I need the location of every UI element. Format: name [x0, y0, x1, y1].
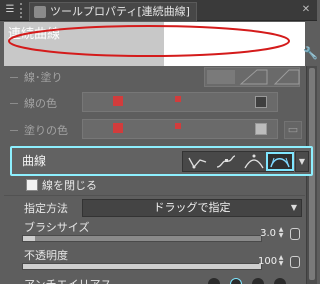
- drag-handle-icon[interactable]: [20, 3, 26, 18]
- row-line-color: 線の色: [4, 91, 305, 115]
- antialias-strong-icon[interactable]: [274, 278, 286, 284]
- row-fill-color: 塗りの色 ▭: [4, 118, 305, 142]
- stroke-only-icon: [273, 69, 300, 85]
- row-spec-method: 指定方法 ドラッグで指定 ▼: [4, 198, 305, 218]
- fill-color-lock-button[interactable]: ▭: [284, 121, 302, 139]
- chevron-down-icon: ▼: [290, 203, 297, 212]
- row-curve: 曲線 ▼: [10, 146, 313, 176]
- row-opacity: 不透明度 100 ▲ ▼: [4, 248, 305, 276]
- antialias-medium-icon[interactable]: [252, 278, 264, 284]
- line-color-selector[interactable]: [82, 92, 278, 112]
- curve-type-buttons: [182, 151, 294, 172]
- brush-size-fill: [23, 236, 35, 241]
- user-color-swatch: [255, 123, 267, 135]
- opacity-slider[interactable]: [22, 263, 262, 270]
- opacity-label: 不透明度: [24, 249, 68, 262]
- brush-size-pressure-icon[interactable]: [290, 228, 300, 240]
- main-color-swatch: [113, 96, 123, 106]
- antialias-none-icon[interactable]: [208, 278, 220, 284]
- stroke-preview: 連続曲線: [4, 22, 305, 66]
- line-color-label: 線の色: [24, 97, 57, 110]
- curve-dropdown-button[interactable]: ▼: [295, 151, 309, 172]
- quadratic-bezier-icon[interactable]: [240, 152, 268, 171]
- preview-stroke-svg: [8, 25, 290, 57]
- brush-size-value[interactable]: 3.0: [258, 228, 276, 239]
- panel-menu-icon[interactable]: ☰: [3, 3, 17, 17]
- sub-color-swatch: [175, 123, 181, 129]
- brush-size-spin[interactable]: ▲ ▼: [277, 227, 285, 239]
- row-close-line: 線を閉じる: [4, 177, 305, 193]
- brush-size-label: ブラシサイズ: [24, 221, 90, 234]
- close-line-label: 線を閉じる: [42, 179, 97, 192]
- user-color-swatch: [255, 96, 267, 108]
- divider: [4, 195, 305, 196]
- brush-size-slider[interactable]: [22, 235, 262, 242]
- spec-method-value: ドラッグで指定: [153, 201, 231, 214]
- curve-label: 曲線: [22, 154, 47, 168]
- antialias-buttons: [204, 278, 300, 284]
- panel-titlebar: ☰ ツールプロパティ[連続曲線] ✕: [0, 0, 317, 21]
- line-fill-label: 線･塗り: [24, 71, 63, 84]
- main-color-swatch: [113, 123, 123, 133]
- spline-icon[interactable]: [212, 152, 240, 171]
- polyline-icon[interactable]: [184, 152, 212, 171]
- dash-icon: [10, 77, 18, 78]
- spec-method-label: 指定方法: [24, 202, 68, 215]
- spec-method-select[interactable]: ドラッグで指定 ▼: [82, 199, 302, 217]
- preview-stroke: [8, 25, 290, 57]
- fill-color-selector[interactable]: [82, 119, 278, 139]
- antialias-weak-icon[interactable]: [230, 278, 242, 284]
- antialias-label: アンチエイリアス: [24, 276, 112, 284]
- opacity-value[interactable]: 100: [258, 256, 277, 267]
- line-fill-icons: [207, 69, 300, 85]
- fill-color-label: 塗りの色: [24, 124, 68, 137]
- fill-mode-icon: [207, 70, 235, 84]
- cubic-bezier-icon[interactable]: [266, 152, 294, 171]
- row-antialias: アンチエイリアス: [4, 276, 305, 284]
- dash-icon: [10, 103, 18, 104]
- close-icon[interactable]: ✕: [299, 3, 313, 17]
- tool-property-icon: [34, 6, 46, 18]
- line-fill-selector[interactable]: [204, 67, 300, 87]
- opacity-fill: [23, 264, 261, 269]
- stroke-fill-icon: [239, 69, 268, 85]
- row-brush-size: ブラシサイズ 3.0 ▲ ▼: [4, 220, 305, 248]
- opacity-pressure-icon[interactable]: [290, 256, 300, 268]
- wrench-icon[interactable]: 🔧: [303, 46, 318, 62]
- tab-tool-property[interactable]: ツールプロパティ[連続曲線]: [29, 2, 197, 21]
- panel-title: ツールプロパティ[連続曲線]: [50, 5, 190, 18]
- close-line-checkbox[interactable]: [26, 179, 38, 191]
- dash-icon: [10, 130, 18, 131]
- opacity-spin[interactable]: ▲ ▼: [277, 255, 285, 267]
- row-line-fill: 線･塗り: [4, 66, 305, 88]
- sub-color-swatch: [175, 96, 181, 102]
